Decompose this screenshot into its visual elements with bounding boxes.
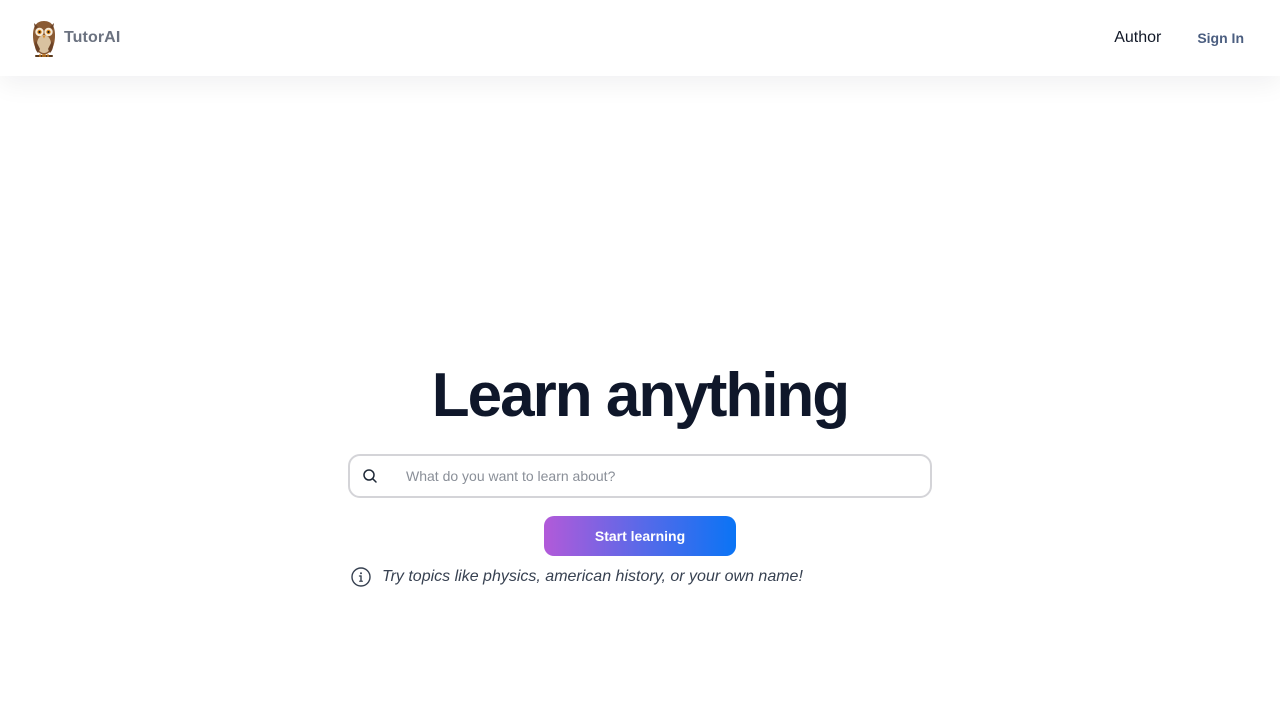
top-navbar: TutorAI Author Sign In (0, 0, 1280, 76)
owl-icon (33, 21, 55, 57)
hero-section: Learn anything Start learning Try topics… (0, 0, 1280, 720)
start-learning-button[interactable]: Start learning (544, 516, 736, 556)
brand-logo-link[interactable]: TutorAI (30, 17, 120, 59)
search-icon (363, 469, 377, 483)
hint: Try topics like physics, american histor… (350, 566, 803, 588)
author-link[interactable]: Author (1114, 29, 1161, 47)
brand-name: TutorAI (64, 29, 121, 46)
info-icon (351, 567, 371, 587)
search-box[interactable] (348, 454, 932, 498)
sign-in-link[interactable]: Sign In (1197, 30, 1244, 46)
hint-text: Try topics like physics, american histor… (382, 568, 803, 585)
search-input[interactable] (394, 456, 924, 496)
nav-links: Author Sign In (1114, 29, 1244, 47)
page-title: Learn anything (431, 361, 850, 430)
